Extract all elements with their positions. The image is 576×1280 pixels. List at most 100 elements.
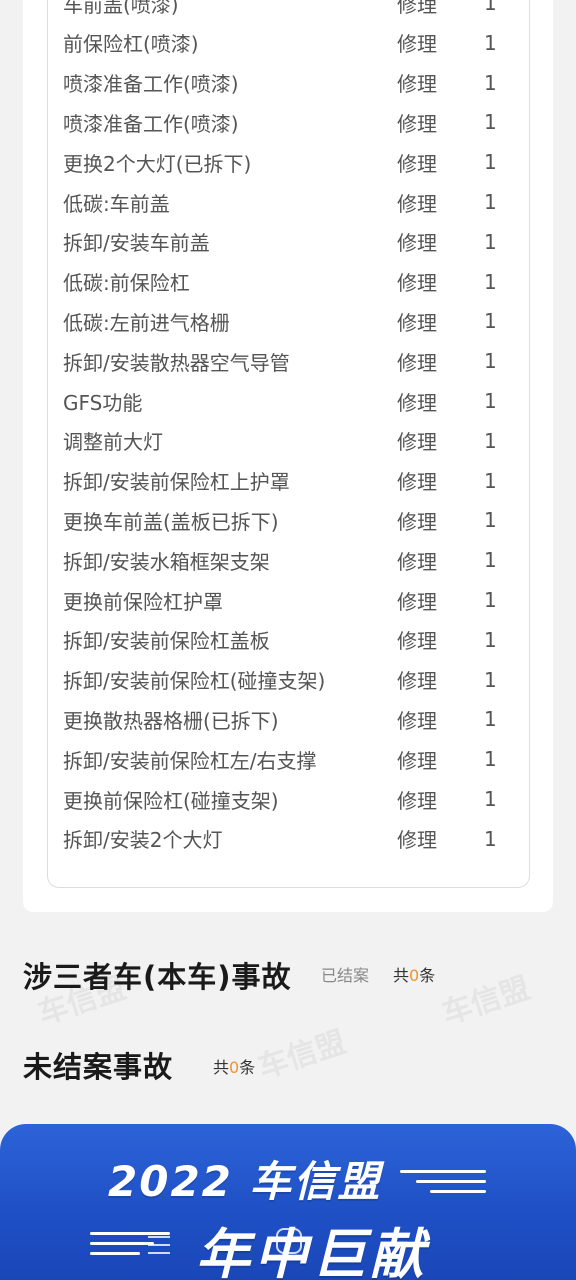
repair-item-name: 拆卸/安装2个大灯 bbox=[63, 828, 223, 853]
repair-item-name: 拆卸/安装散热器空气导管 bbox=[63, 350, 290, 375]
repair-item-type: 修理 bbox=[397, 828, 437, 853]
table-row: 车前盖(喷漆) 修理 1 bbox=[48, 0, 529, 23]
table-row: 拆卸/安装前保险杠上护罩 修理 1 bbox=[48, 461, 529, 501]
repair-item-name: 更换前保险杠(碰撞支架) bbox=[63, 788, 279, 813]
table-row: 拆卸/安装前保险杠盖板 修理 1 bbox=[48, 620, 529, 660]
repair-item-type: 修理 bbox=[397, 231, 437, 256]
repair-item-type: 修理 bbox=[397, 549, 437, 574]
repair-item-qty: 1 bbox=[484, 707, 497, 732]
table-row: 更换2个大灯(已拆下) 修理 1 bbox=[48, 142, 529, 182]
table-row: 拆卸/安装水箱框架支架 修理 1 bbox=[48, 540, 529, 580]
count-prefix: 共 bbox=[393, 966, 410, 985]
repair-item-type: 修理 bbox=[397, 32, 437, 57]
banner-title: 2022 车信盟 bbox=[108, 1157, 382, 1206]
repair-item-type: 修理 bbox=[397, 788, 437, 813]
table-row: 拆卸/安装车前盖 修理 1 bbox=[48, 222, 529, 262]
repair-item-qty: 1 bbox=[484, 150, 497, 175]
repair-item-type: 修理 bbox=[397, 151, 437, 176]
repair-item-type: 修理 bbox=[397, 191, 437, 216]
repair-item-type: 修理 bbox=[397, 390, 437, 415]
repair-item-type: 修理 bbox=[397, 669, 437, 694]
open-accident-count: 共0条 bbox=[213, 1054, 255, 1078]
table-row: 更换前保险杠护罩 修理 1 bbox=[48, 580, 529, 620]
repair-item-type: 修理 bbox=[397, 629, 437, 654]
table-row: 拆卸/安装散热器空气导管 修理 1 bbox=[48, 341, 529, 381]
repair-item-type: 修理 bbox=[397, 509, 437, 534]
repair-items-table: 车前盖(喷漆) 修理 1 前保险杠(喷漆) 修理 1 喷漆准备工作(喷漆) 修理 1 喷漆准备工作… bbox=[47, 0, 530, 888]
count-suffix: 条 bbox=[419, 966, 436, 985]
repair-item-name: 低碳:前保险杠 bbox=[63, 271, 190, 296]
repair-item-name: 更换前保险杠护罩 bbox=[63, 589, 223, 614]
count-prefix: 共 bbox=[213, 1058, 230, 1077]
repair-item-qty: 1 bbox=[484, 309, 497, 334]
table-row: 调整前大灯 修理 1 bbox=[48, 421, 529, 461]
repair-item-type: 修理 bbox=[397, 708, 437, 733]
repair-item-name: 喷漆准备工作(喷漆) bbox=[63, 72, 239, 97]
repair-item-name: 拆卸/安装前保险杠左/右支撑 bbox=[63, 748, 317, 773]
count-number: 0 bbox=[409, 966, 420, 985]
repair-item-name: 拆卸/安装车前盖 bbox=[63, 231, 210, 256]
table-row: 低碳:前保险杠 修理 1 bbox=[48, 262, 529, 302]
repair-item-type: 修理 bbox=[397, 310, 437, 335]
repair-item-name: 车前盖(喷漆) bbox=[63, 0, 179, 17]
repair-item-qty: 1 bbox=[484, 30, 497, 55]
repair-item-name: 拆卸/安装前保险杠盖板 bbox=[63, 629, 270, 654]
table-row: 低碳:左前进气格栅 修理 1 bbox=[48, 301, 529, 341]
table-row: 前保险杠(喷漆) 修理 1 bbox=[48, 23, 529, 63]
promo-banner[interactable]: 2022 车信盟 年中巨献 bbox=[0, 1124, 576, 1280]
repair-item-qty: 1 bbox=[484, 588, 497, 612]
page: 车前盖(喷漆) 修理 1 前保险杠(喷漆) 修理 1 喷漆准备工作(喷漆) 修理 1 喷漆准备工作… bbox=[0, 0, 576, 1280]
repair-item-name: 前保险杠(喷漆) bbox=[63, 32, 199, 57]
repair-item-qty: 1 bbox=[484, 667, 497, 692]
home-icon[interactable] bbox=[276, 1228, 302, 1254]
table-row: 喷漆准备工作(喷漆) 修理 1 bbox=[48, 102, 529, 142]
repair-item-type: 修理 bbox=[397, 72, 437, 97]
repair-item-name: 拆卸/安装前保险杠(碰撞支架) bbox=[63, 669, 326, 694]
repair-item-qty: 1 bbox=[484, 389, 497, 413]
repair-item-name: 更换散热器格栅(已拆下) bbox=[63, 708, 279, 733]
repair-item-name: 低碳:车前盖 bbox=[63, 191, 170, 216]
repair-item-qty: 1 bbox=[484, 468, 497, 493]
repair-item-type: 修理 bbox=[397, 271, 437, 296]
repair-item-qty: 1 bbox=[484, 508, 497, 533]
repair-item-qty: 1 bbox=[484, 548, 497, 573]
repair-item-name: 更换车前盖(盖板已拆下) bbox=[63, 509, 279, 534]
repair-item-qty: 1 bbox=[484, 229, 497, 254]
watermark: 车信盟 bbox=[437, 970, 535, 1032]
repair-item-qty: 1 bbox=[484, 349, 497, 374]
table-row: 低碳:车前盖 修理 1 bbox=[48, 182, 529, 222]
repair-item-name: 拆卸/安装水箱框架支架 bbox=[63, 549, 270, 574]
count-number: 0 bbox=[229, 1058, 240, 1077]
repair-item-type: 修理 bbox=[397, 748, 437, 773]
repair-item-name: 低碳:左前进气格栅 bbox=[63, 310, 230, 335]
repair-item-type: 修理 bbox=[397, 430, 437, 455]
repair-item-type: 修理 bbox=[397, 0, 437, 17]
third-party-accident-count: 共0条 bbox=[393, 962, 435, 986]
repair-item-qty: 1 bbox=[484, 747, 497, 772]
repair-item-name: GFS功能 bbox=[63, 390, 143, 415]
table-row: 更换车前盖(盖板已拆下) 修理 1 bbox=[48, 500, 529, 540]
menu-icon[interactable] bbox=[148, 1236, 170, 1254]
repair-item-type: 修理 bbox=[397, 470, 437, 495]
third-party-accident-title: 涉三者车(本车)事故 bbox=[23, 960, 292, 994]
table-row: 拆卸/安装前保险杠左/右支撑 修理 1 bbox=[48, 739, 529, 779]
repair-item-name: 拆卸/安装前保险杠上护罩 bbox=[63, 470, 290, 495]
table-row: 拆卸/安装2个大灯 修理 1 bbox=[48, 819, 529, 859]
repair-item-type: 修理 bbox=[397, 111, 437, 136]
table-row: GFS功能 修理 1 bbox=[48, 381, 529, 421]
repair-item-qty: 1 bbox=[484, 190, 497, 214]
repair-item-qty: 1 bbox=[484, 0, 497, 15]
repair-item-name: 更换2个大灯(已拆下) bbox=[63, 151, 252, 176]
repair-item-type: 修理 bbox=[397, 589, 437, 614]
table-row: 更换前保险杠(碰撞支架) 修理 1 bbox=[48, 779, 529, 819]
repair-item-qty: 1 bbox=[484, 627, 497, 652]
repair-item-qty: 1 bbox=[484, 269, 497, 294]
watermark: 车信盟 bbox=[253, 1024, 351, 1086]
repair-items-card: 车前盖(喷漆) 修理 1 前保险杠(喷漆) 修理 1 喷漆准备工作(喷漆) 修理 1 喷漆准备工作… bbox=[23, 0, 553, 912]
repair-item-qty: 1 bbox=[484, 787, 497, 811]
repair-item-name: 调整前大灯 bbox=[63, 430, 163, 455]
count-suffix: 条 bbox=[239, 1058, 256, 1077]
repair-item-name: 喷漆准备工作(喷漆) bbox=[63, 111, 239, 136]
closed-status-label[interactable]: 已结案 bbox=[321, 962, 369, 986]
repair-item-qty: 1 bbox=[484, 110, 497, 135]
